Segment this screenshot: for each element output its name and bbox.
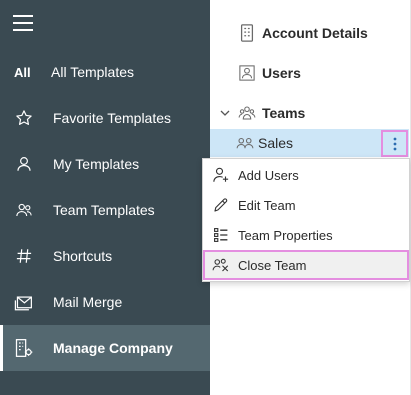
- sidebar-item-team-templates[interactable]: Team Templates: [0, 187, 210, 233]
- sidebar-item-label: Mail Merge: [53, 294, 123, 310]
- sidebar-item-label: Manage Company: [53, 340, 173, 356]
- sidebar-item-all-templates[interactable]: All All Templates: [0, 49, 210, 95]
- people-icon: [14, 200, 34, 220]
- tree-item-users[interactable]: Users: [238, 59, 301, 87]
- tree-item-sales[interactable]: Sales: [210, 129, 409, 157]
- tree-item-label: Users: [262, 65, 301, 81]
- building-icon: [238, 24, 256, 42]
- users-icon: [238, 64, 256, 82]
- menu-item-edit-team[interactable]: Edit Team: [203, 190, 409, 220]
- sidebar-item-label: Shortcuts: [53, 248, 113, 264]
- sidebar-item-label: Favorite Templates: [53, 110, 172, 126]
- chevron-down-icon[interactable]: [219, 107, 231, 119]
- tree-item-label: Teams: [262, 105, 306, 121]
- person-icon: [14, 154, 34, 174]
- tree-item-label: Account Details: [262, 25, 368, 41]
- all-text-icon: All: [14, 64, 31, 80]
- menu-item-add-users[interactable]: Add Users: [203, 160, 409, 190]
- sidebar-item-label: My Templates: [53, 156, 140, 172]
- close-team-icon: [212, 256, 230, 274]
- star-icon: [14, 108, 34, 128]
- tree-item-account-details[interactable]: Account Details: [238, 19, 368, 47]
- team-context-menu: Add Users Edit Team Team Properties Clos…: [202, 158, 410, 282]
- hamburger-menu-icon[interactable]: [13, 15, 33, 31]
- teams-icon: [238, 104, 256, 122]
- tree-item-label: Sales: [258, 135, 294, 151]
- sidebar-item-label: All Templates: [51, 64, 135, 80]
- add-user-icon: [212, 166, 230, 184]
- company-settings-icon: [14, 338, 34, 358]
- more-options-button[interactable]: [381, 130, 408, 157]
- hash-icon: [14, 246, 34, 266]
- menu-item-close-team[interactable]: Close Team: [203, 250, 409, 280]
- pencil-icon: [212, 196, 230, 214]
- sidebar-item-shortcuts[interactable]: Shortcuts: [0, 233, 210, 279]
- sidebar: All All Templates Favorite Templates My …: [0, 0, 210, 395]
- menu-item-label: Add Users: [238, 167, 299, 183]
- mail-merge-icon: [14, 292, 34, 312]
- tree-item-teams[interactable]: Teams: [238, 99, 305, 127]
- properties-list-icon: [212, 226, 230, 244]
- sidebar-item-mail-merge[interactable]: Mail Merge: [0, 279, 210, 325]
- sidebar-item-favorite-templates[interactable]: Favorite Templates: [0, 95, 210, 141]
- menu-item-label: Team Properties: [238, 227, 333, 243]
- sidebar-item-my-templates[interactable]: My Templates: [0, 141, 210, 187]
- sidebar-item-label: Team Templates: [53, 202, 155, 218]
- menu-item-team-properties[interactable]: Team Properties: [203, 220, 409, 250]
- menu-item-label: Close Team: [238, 257, 307, 273]
- menu-item-label: Edit Team: [238, 197, 296, 213]
- team-group-icon: [236, 134, 254, 152]
- sidebar-item-manage-company[interactable]: Manage Company: [0, 325, 210, 371]
- vertical-ellipsis-icon: [393, 137, 396, 150]
